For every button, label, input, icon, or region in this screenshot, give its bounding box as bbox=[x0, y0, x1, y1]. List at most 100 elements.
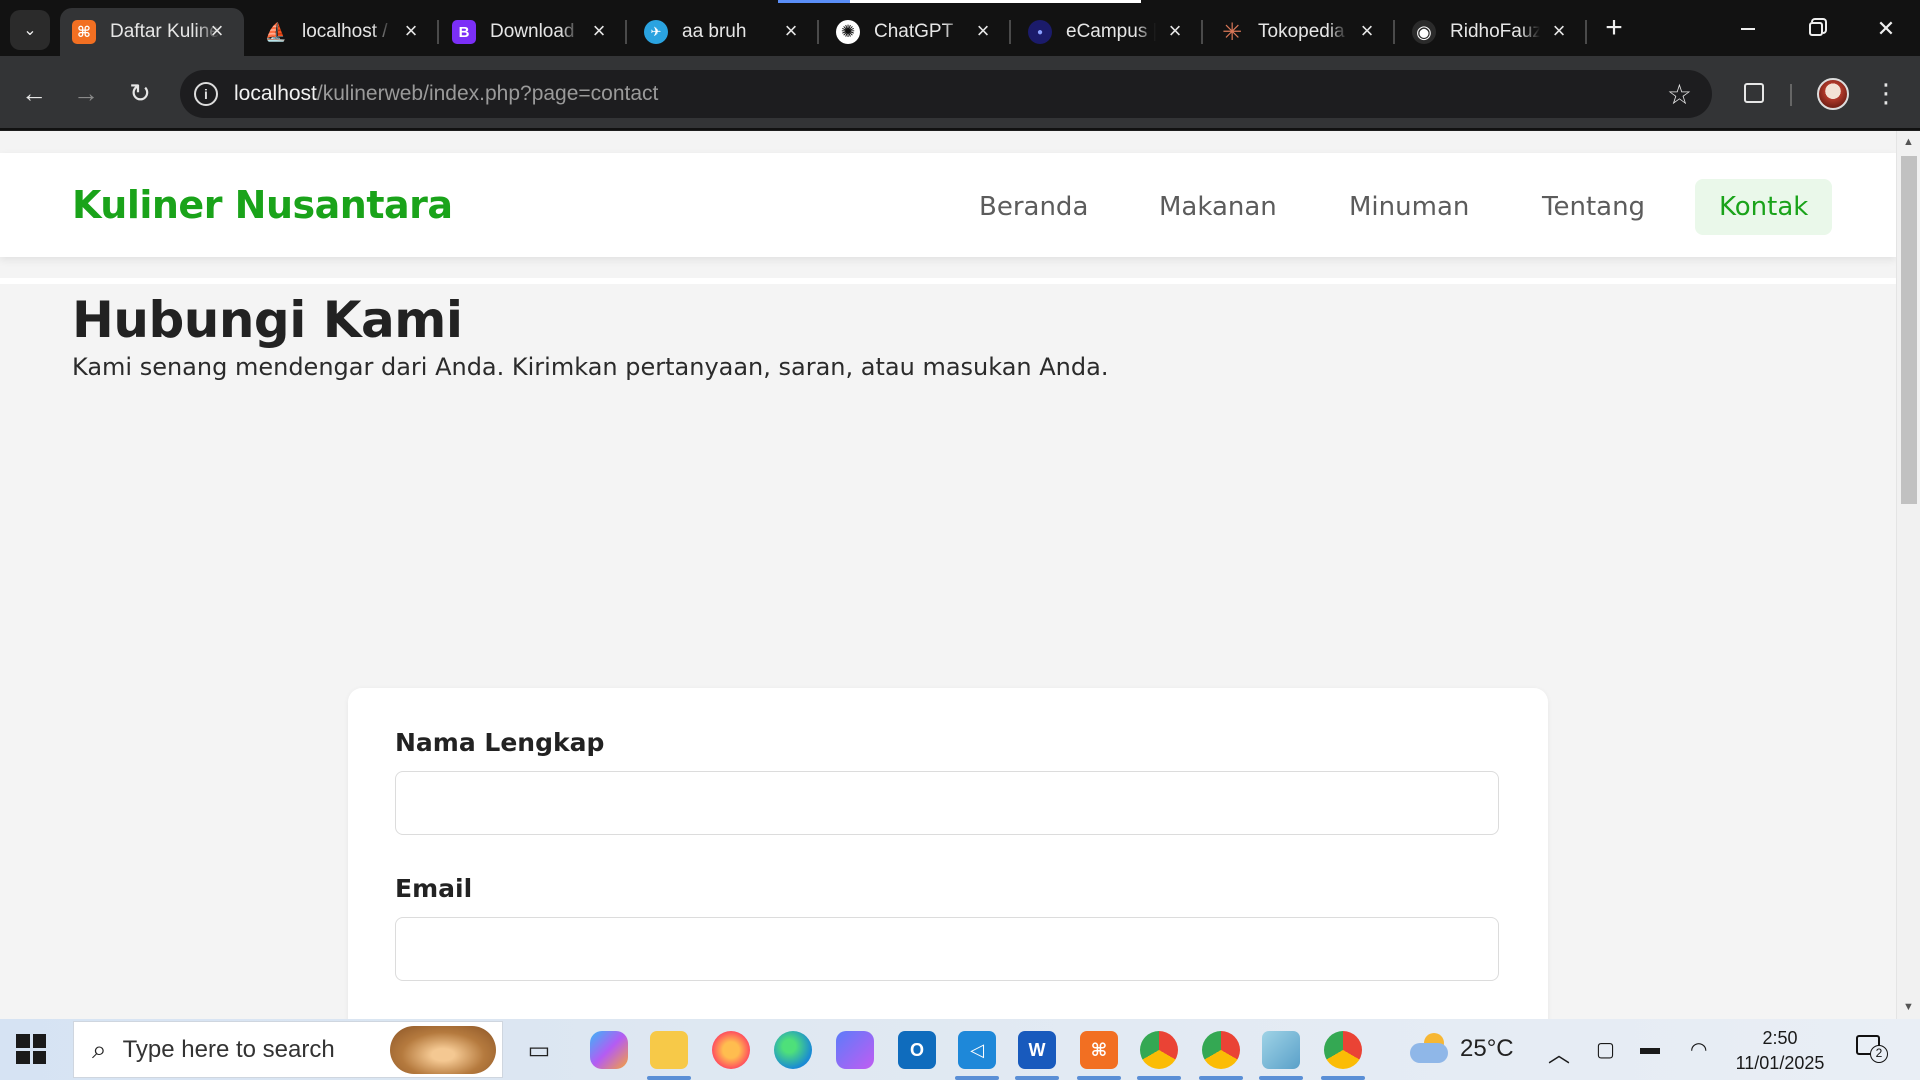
word-icon[interactable]: W bbox=[1018, 1031, 1056, 1069]
battery-icon[interactable]: ▬ bbox=[1640, 1037, 1660, 1060]
nav-link-beranda[interactable]: Beranda bbox=[979, 179, 1088, 235]
app-running-indicator bbox=[955, 1076, 999, 1080]
site-header: Kuliner Nusantara Beranda Makanan Minuma… bbox=[0, 153, 1896, 257]
firefox-icon[interactable] bbox=[712, 1031, 750, 1069]
notification-center-icon[interactable]: 2 bbox=[1856, 1035, 1888, 1063]
reload-button[interactable]: ↻ bbox=[120, 73, 160, 113]
back-button[interactable]: ← bbox=[14, 73, 54, 113]
chatgpt-icon: ✺ bbox=[836, 20, 860, 44]
nav-link-makanan[interactable]: Makanan bbox=[1159, 179, 1277, 235]
avatar[interactable] bbox=[1817, 78, 1849, 110]
search-icon: ⌕ bbox=[92, 1033, 107, 1064]
tab-separator bbox=[625, 20, 627, 44]
chevron-up-icon[interactable]: ︿ bbox=[1548, 1037, 1570, 1069]
app-running-indicator bbox=[1199, 1076, 1243, 1080]
tab-separator bbox=[1585, 20, 1587, 44]
weather-temperature[interactable]: 25°C bbox=[1460, 1035, 1514, 1063]
tab-ecampus[interactable]: ● eCampus | Universitas × bbox=[1016, 8, 1203, 56]
close-icon[interactable]: × bbox=[1354, 18, 1380, 44]
browser-menu-button[interactable]: ⋮ bbox=[1867, 74, 1905, 112]
tab-loading-indicator bbox=[778, 0, 850, 3]
outlook-icon[interactable]: O bbox=[898, 1031, 936, 1069]
start-tile bbox=[16, 1050, 30, 1064]
m365-icon[interactable] bbox=[836, 1031, 874, 1069]
tab-chatgpt[interactable]: ✺ ChatGPT × bbox=[824, 8, 1011, 56]
tab-telegram[interactable]: ✈ aa bruh × bbox=[632, 8, 819, 56]
clock-date: 11/01/2025 bbox=[1735, 1053, 1825, 1073]
minimize-icon bbox=[1741, 28, 1755, 30]
tab-title: aa bruh bbox=[682, 21, 747, 42]
close-window-button[interactable]: ✕ bbox=[1864, 10, 1908, 48]
scrollbar-thumb[interactable] bbox=[1901, 156, 1917, 504]
url-path: /kulinerweb/index.php?page=contact bbox=[316, 82, 659, 105]
forward-button[interactable]: → bbox=[66, 73, 106, 113]
page-scrollbar[interactable]: ▲ ▼ bbox=[1896, 131, 1920, 1019]
bookmark-star-icon[interactable]: ☆ bbox=[1667, 78, 1692, 111]
scroll-down-icon[interactable]: ▼ bbox=[1903, 1001, 1914, 1013]
extensions-button[interactable] bbox=[1735, 74, 1773, 112]
wifi-icon[interactable]: ◠ bbox=[1690, 1037, 1707, 1062]
chrome-icon[interactable] bbox=[1324, 1031, 1362, 1069]
windows-start-icon[interactable] bbox=[16, 1034, 46, 1064]
tab-daftar-kuliner[interactable]: ⌘ Daftar Kuliner Nusantara × bbox=[60, 8, 244, 56]
taskbar-search-placeholder: Type here to search bbox=[122, 1035, 335, 1063]
address-bar[interactable]: i localhost/kulinerweb/index.php?page=co… bbox=[180, 70, 1712, 118]
arrow-right-icon: → bbox=[73, 77, 99, 108]
nav-link-kontak[interactable]: Kontak bbox=[1695, 179, 1833, 235]
close-icon[interactable]: × bbox=[398, 18, 424, 44]
edge-icon[interactable] bbox=[774, 1031, 812, 1069]
url-text[interactable]: localhost/kulinerweb/index.php?page=cont… bbox=[234, 82, 658, 106]
minimize-button[interactable] bbox=[1726, 10, 1770, 48]
notes-app-icon[interactable] bbox=[1262, 1031, 1300, 1069]
close-icon[interactable]: × bbox=[586, 18, 612, 44]
close-icon[interactable]: × bbox=[204, 18, 230, 44]
restore-button[interactable] bbox=[1794, 10, 1838, 48]
tab-separator bbox=[817, 20, 819, 44]
puzzle-icon bbox=[1744, 83, 1764, 103]
header-divider bbox=[0, 278, 1896, 284]
name-input[interactable] bbox=[395, 771, 1499, 835]
telegram-icon: ✈ bbox=[644, 20, 668, 44]
restore-icon bbox=[1809, 22, 1823, 36]
copilot-icon[interactable] bbox=[590, 1031, 628, 1069]
chrome-icon[interactable] bbox=[1140, 1031, 1178, 1069]
meet-now-icon[interactable]: ▢ bbox=[1596, 1037, 1615, 1062]
page-viewport: Kuliner Nusantara Beranda Makanan Minuma… bbox=[0, 131, 1920, 1019]
tab-github[interactable]: ◉ RidhoFauzan × bbox=[1400, 8, 1587, 56]
file-explorer-icon[interactable] bbox=[650, 1031, 688, 1069]
nav-link-minuman[interactable]: Minuman bbox=[1349, 179, 1469, 235]
app-running-indicator bbox=[1321, 1076, 1365, 1080]
tab-title: eCampus | Universitas bbox=[1066, 21, 1156, 42]
xampp-icon: ⌘ bbox=[72, 20, 96, 44]
close-icon[interactable]: × bbox=[970, 18, 996, 44]
tab-separator bbox=[1393, 20, 1395, 44]
weather-cloud-icon[interactable] bbox=[1410, 1033, 1450, 1065]
xampp-icon[interactable]: ⌘ bbox=[1080, 1031, 1118, 1069]
tab-phpmyadmin[interactable]: ⛵ localhost / 127.0.0.1 × bbox=[252, 8, 439, 56]
nav-link-tentang[interactable]: Tentang bbox=[1542, 179, 1645, 235]
scroll-up-icon[interactable]: ▲ bbox=[1903, 136, 1914, 148]
close-icon[interactable]: × bbox=[1162, 18, 1188, 44]
vscode-icon[interactable]: ◁ bbox=[958, 1031, 996, 1069]
tab-bootstrap[interactable]: B Download Bootstrap × bbox=[440, 8, 627, 56]
tab-search-button[interactable]: ⌄ bbox=[10, 10, 50, 50]
start-tile bbox=[32, 1050, 46, 1064]
contact-form: Nama Lengkap Email bbox=[348, 688, 1548, 1019]
search-highlight-image bbox=[390, 1026, 496, 1074]
task-view-icon[interactable]: ▭ bbox=[520, 1031, 558, 1069]
chevron-down-icon: ⌄ bbox=[23, 22, 37, 39]
taskbar-search[interactable]: ⌕ Type here to search bbox=[73, 1021, 503, 1078]
site-info-icon[interactable]: i bbox=[194, 82, 218, 106]
tab-separator bbox=[1201, 20, 1203, 44]
site-logo[interactable]: Kuliner Nusantara bbox=[72, 183, 453, 227]
tab-tokopedia[interactable]: ✳ Tokopedia × bbox=[1208, 8, 1395, 56]
taskbar-clock[interactable]: 2:50 11/01/2025 bbox=[1730, 1026, 1830, 1076]
browser-toolbar: ← → ↻ i localhost/kulinerweb/index.php?p… bbox=[0, 56, 1920, 130]
close-icon[interactable]: × bbox=[778, 18, 804, 44]
kebab-menu-icon: ⋮ bbox=[1873, 78, 1899, 108]
chrome-icon[interactable] bbox=[1202, 1031, 1240, 1069]
new-tab-button[interactable]: + bbox=[1598, 11, 1630, 44]
close-icon[interactable]: × bbox=[1546, 18, 1572, 44]
email-input[interactable] bbox=[395, 917, 1499, 981]
app-running-indicator bbox=[1259, 1076, 1303, 1080]
